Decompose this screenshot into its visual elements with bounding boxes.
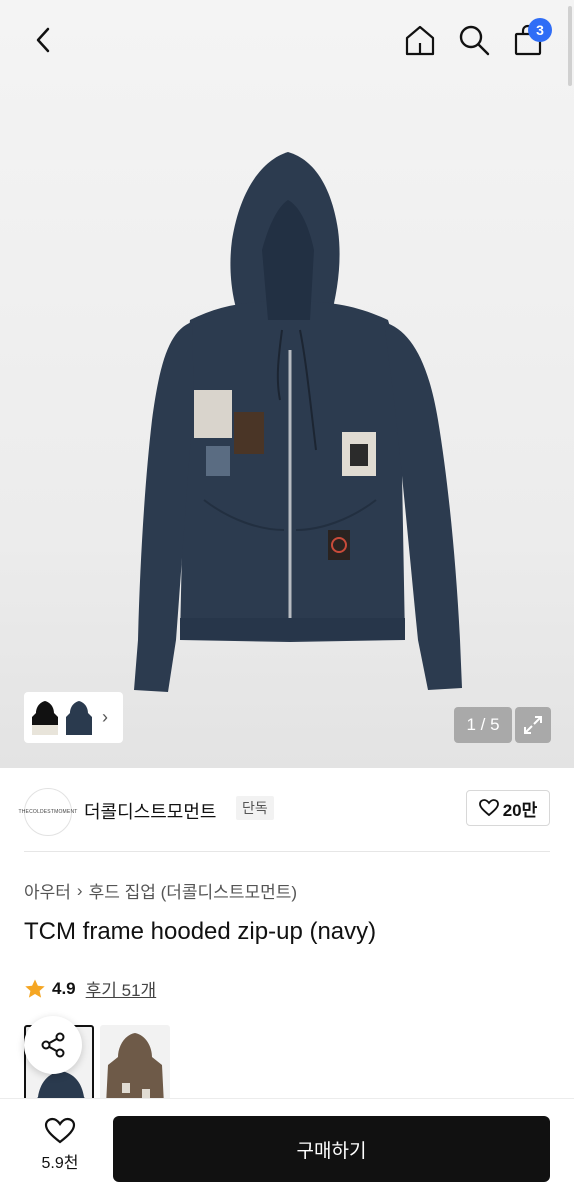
scrollbar[interactable] — [568, 6, 572, 86]
product-image-gallery[interactable]: › 1 / 5 — [0, 0, 574, 768]
brand-like-button[interactable]: 20만 — [466, 790, 550, 826]
image-counter: 1 / 5 — [454, 707, 512, 743]
product-photo-hoodie — [134, 152, 462, 692]
heart-icon — [44, 1117, 76, 1144]
back-icon[interactable] — [26, 20, 60, 60]
search-icon[interactable] — [454, 18, 494, 62]
share-icon — [41, 1032, 65, 1058]
chevron-right-icon: › — [76, 880, 83, 900]
color-option-brown[interactable] — [100, 1025, 170, 1105]
exclusive-badge: 단독 — [236, 796, 274, 820]
buy-button[interactable]: 구매하기 — [113, 1116, 550, 1182]
thumbnail-strip[interactable]: › — [24, 692, 123, 743]
product-title: TCM frame hooded zip-up (navy) — [24, 918, 377, 945]
heart-icon — [478, 799, 499, 817]
top-navigation: 3 — [0, 0, 574, 86]
bottom-action-bar: 5.9천 구매하기 — [0, 1098, 574, 1200]
chevron-right-icon: › — [102, 707, 108, 727]
breadcrumb-item[interactable]: 아우터 — [24, 878, 71, 903]
brand-logo[interactable]: THECOLDESTMOMENT — [18, 788, 77, 836]
wishlist-count: 5.9천 — [41, 1155, 79, 1172]
breadcrumb-item[interactable]: 후드 집업 (더콜디스트모먼트) — [89, 878, 297, 903]
bag-count-badge: 3 — [528, 18, 552, 42]
brand-name[interactable]: 더콜디스트모먼트 — [84, 798, 216, 824]
breadcrumb: 아우터 › 후드 집업 (더콜디스트모먼트) — [24, 878, 297, 903]
brand-like-count: 20만 — [502, 800, 538, 820]
brand-row: THECOLDESTMOMENT 더콜디스트모먼트 단독 20만 — [0, 768, 574, 852]
brand-logo-text: THECOLDESTMOMENT — [18, 809, 78, 815]
home-icon[interactable] — [400, 18, 440, 62]
star-icon — [25, 979, 45, 998]
divider — [24, 851, 550, 852]
rating-row: 4.9 후기 51개 — [24, 976, 156, 1001]
share-button[interactable] — [24, 1016, 82, 1074]
thumbnail-black-hoodie — [32, 700, 58, 735]
expand-icon[interactable] — [515, 707, 551, 743]
rating-score: 4.9 — [52, 978, 76, 998]
wishlist-button[interactable]: 5.9천 — [24, 1117, 96, 1181]
thumbnail-navy-hoodie — [66, 700, 92, 735]
bag-icon[interactable]: 3 — [508, 18, 552, 62]
review-link[interactable]: 후기 51개 — [86, 976, 157, 1001]
